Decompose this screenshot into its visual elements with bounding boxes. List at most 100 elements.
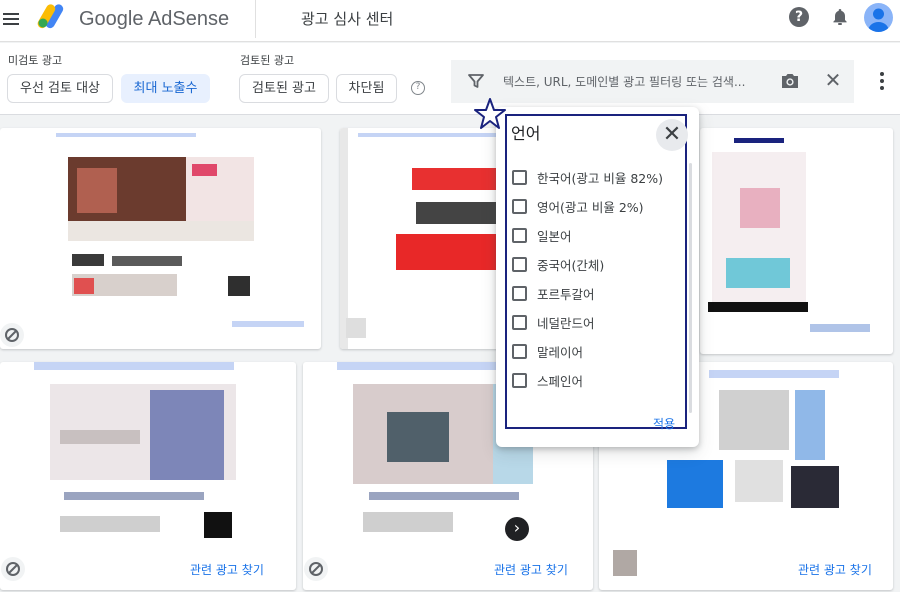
star-icon <box>474 98 506 129</box>
ad-creative-text <box>337 362 497 370</box>
language-label: 영어(광고 비율 2%) <box>537 200 644 215</box>
ad-creative-text <box>734 138 784 143</box>
related-ads-link[interactable]: 관련 광고 찾기 <box>798 561 872 578</box>
help-icon[interactable]: ? <box>789 7 809 27</box>
hamburger-menu-icon[interactable] <box>0 8 22 30</box>
related-ads-link[interactable]: 관련 광고 찾기 <box>190 561 264 578</box>
reviewed-group-label: 검토된 광고 <box>240 54 295 67</box>
block-icon[interactable] <box>304 557 328 581</box>
language-option[interactable]: 말레이어 <box>512 337 682 366</box>
ad-card[interactable] <box>0 128 321 349</box>
language-label: 네덜란드어 <box>537 316 595 331</box>
ad-creative-image <box>346 318 366 338</box>
ad-card[interactable] <box>700 128 893 354</box>
ad-creative-text <box>56 133 196 137</box>
ad-creative-image <box>412 168 500 190</box>
language-option[interactable]: 포르투갈어 <box>512 279 682 308</box>
language-option[interactable]: 스페인어 <box>512 366 682 395</box>
language-option[interactable]: 일본어 <box>512 221 682 250</box>
ad-creative-text <box>34 362 234 370</box>
page-title: 광고 심사 센터 <box>301 10 394 28</box>
ad-creative-image <box>708 302 808 312</box>
language-filter-popup: 언어 ✕ 한국어(광고 비율 82%) 영어(광고 비율 2%) 일본어 중국어… <box>496 107 699 447</box>
info-icon[interactable]: ? <box>411 81 425 95</box>
language-option[interactable]: 한국어(광고 비율 82%) <box>512 163 682 192</box>
ad-creative-text <box>810 324 870 332</box>
checkbox[interactable] <box>512 257 527 272</box>
ad-creative-text <box>72 254 104 266</box>
close-icon[interactable]: ✕ <box>823 70 843 90</box>
reviewed-ads-chip[interactable]: 검토된 광고 <box>239 74 329 103</box>
scrollbar[interactable] <box>689 163 692 413</box>
ad-creative-image <box>204 512 232 538</box>
ad-creative-image <box>68 221 254 241</box>
more-vert-icon[interactable] <box>875 72 889 92</box>
ad-creative-text <box>416 202 500 224</box>
block-icon[interactable] <box>0 323 24 347</box>
filter-bar: 미검토 광고 검토된 광고 우선 검토 대상 최대 노출수 검토된 광고 차단됨… <box>0 43 900 115</box>
language-label: 중국어(간체) <box>537 258 605 273</box>
divider <box>255 0 256 38</box>
ad-creative-image <box>74 278 94 294</box>
ad-creative-image <box>791 466 839 508</box>
checkbox[interactable] <box>512 170 527 185</box>
checkbox[interactable] <box>512 228 527 243</box>
filter-funnel-icon[interactable] <box>468 73 484 89</box>
priority-review-chip[interactable]: 우선 검토 대상 <box>7 74 113 103</box>
ad-creative-text <box>363 512 453 532</box>
ad-creative-text <box>60 430 140 444</box>
ad-creative-text <box>64 492 204 500</box>
ad-creative-text <box>112 256 182 266</box>
checkbox[interactable] <box>512 344 527 359</box>
checkbox[interactable] <box>512 286 527 301</box>
checkbox[interactable] <box>512 373 527 388</box>
ad-creative-image <box>77 168 117 213</box>
max-impressions-chip[interactable]: 최대 노출수 <box>121 74 210 103</box>
block-icon[interactable] <box>1 557 25 581</box>
ad-creative-image <box>726 258 790 288</box>
avatar[interactable] <box>864 3 893 32</box>
ad-creative-image <box>396 234 500 270</box>
brand-name: Google AdSense <box>79 8 230 30</box>
adsense-logo <box>37 4 64 29</box>
language-option[interactable]: 영어(광고 비율 2%) <box>512 192 682 221</box>
bell-icon[interactable] <box>830 7 850 27</box>
language-option[interactable]: 네덜란드어 <box>512 308 682 337</box>
language-label: 일본어 <box>537 229 572 244</box>
account-icon <box>868 8 889 32</box>
checkbox[interactable] <box>512 199 527 214</box>
search-bar: ✕ <box>451 60 854 103</box>
language-list: 한국어(광고 비율 82%) 영어(광고 비율 2%) 일본어 중국어(간체) … <box>512 163 682 395</box>
language-label: 포르투갈어 <box>537 287 595 302</box>
next-arrow-icon[interactable]: › <box>505 517 529 541</box>
ad-creative-image <box>667 460 723 508</box>
ad-creative-image <box>613 550 637 576</box>
camera-icon[interactable] <box>780 72 800 90</box>
ad-creative-image <box>387 412 449 462</box>
blocked-chip[interactable]: 차단됨 <box>336 74 397 103</box>
related-ads-link[interactable]: 관련 광고 찾기 <box>494 561 568 578</box>
top-app-bar: Google AdSense 광고 심사 센터 ? <box>0 0 900 42</box>
search-input[interactable] <box>503 72 768 92</box>
ad-creative-image <box>719 390 789 450</box>
ad-creative-image <box>150 390 224 480</box>
apply-button[interactable]: 적용 <box>653 415 675 432</box>
ad-creative-text <box>709 370 839 378</box>
checkbox[interactable] <box>512 315 527 330</box>
ad-card[interactable] <box>340 128 500 349</box>
ad-creative-text <box>369 492 519 500</box>
ad-creative-image <box>740 188 780 228</box>
unreviewed-group-label: 미검토 광고 <box>8 54 63 67</box>
ad-creative-text <box>60 516 160 532</box>
ad-creative-image <box>795 390 825 460</box>
ad-creative-image <box>228 276 250 296</box>
popup-title: 언어 <box>511 124 541 143</box>
ad-creative-image <box>192 164 217 176</box>
close-icon[interactable]: ✕ <box>656 119 688 151</box>
ad-card[interactable]: 관련 광고 찾기 <box>0 362 296 590</box>
ad-creative-text <box>232 321 304 327</box>
language-label: 말레이어 <box>537 345 584 360</box>
language-option[interactable]: 중국어(간체) <box>512 250 682 279</box>
ad-creative-image <box>735 460 783 502</box>
language-label: 스페인어 <box>537 374 584 389</box>
